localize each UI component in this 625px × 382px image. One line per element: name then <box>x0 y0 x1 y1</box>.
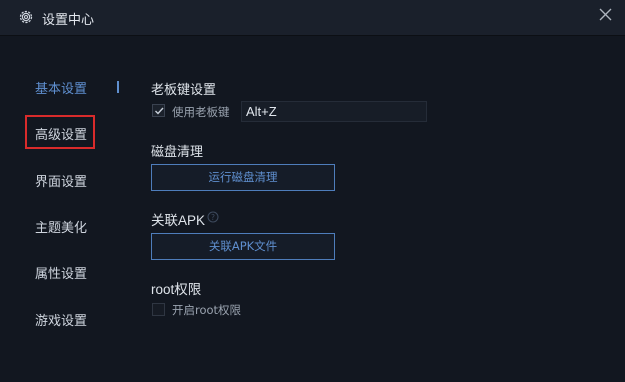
root-permission-checkbox[interactable] <box>152 303 165 316</box>
disk-cleanup-section-title: 磁盘清理 <box>151 145 204 160</box>
associate-apk-button[interactable]: 关联APK文件 <box>151 233 335 260</box>
root-permission-checkbox-label: 开启root权限 <box>172 303 242 317</box>
highlight-annotation-box <box>25 115 95 149</box>
sidebar-item-theme[interactable]: 主题美化 <box>35 217 87 236</box>
apk-association-section-title: 关联APK <box>151 213 206 228</box>
question-circle-icon[interactable]: ? <box>207 211 219 223</box>
run-disk-cleanup-button[interactable]: 运行磁盘清理 <box>151 164 335 191</box>
settings-window: 设置中心 基本设置 高级设置 界面设置 主题美化 属性设置 游戏设置 老板键设置… <box>0 0 625 382</box>
svg-text:?: ? <box>211 213 215 222</box>
active-tab-indicator <box>117 81 119 93</box>
check-icon <box>155 107 164 115</box>
boss-key-checkbox-label: 使用老板键 <box>172 105 230 119</box>
boss-key-section-title: 老板键设置 <box>151 83 217 98</box>
window-title: 设置中心 <box>42 13 95 28</box>
boss-key-hotkey-input[interactable]: Alt+Z <box>241 101 427 122</box>
boss-key-checkbox[interactable] <box>152 104 165 117</box>
close-icon[interactable] <box>596 5 616 25</box>
title-bar: 设置中心 <box>0 0 625 36</box>
sidebar-item-basic-settings[interactable]: 基本设置 <box>35 78 87 97</box>
sidebar-item-interface-settings[interactable]: 界面设置 <box>35 171 87 190</box>
gear-icon <box>19 10 33 24</box>
sidebar-item-property-settings[interactable]: 属性设置 <box>35 263 87 282</box>
sidebar-item-game-settings[interactable]: 游戏设置 <box>35 310 87 329</box>
root-permission-section-title: root权限 <box>151 282 202 297</box>
